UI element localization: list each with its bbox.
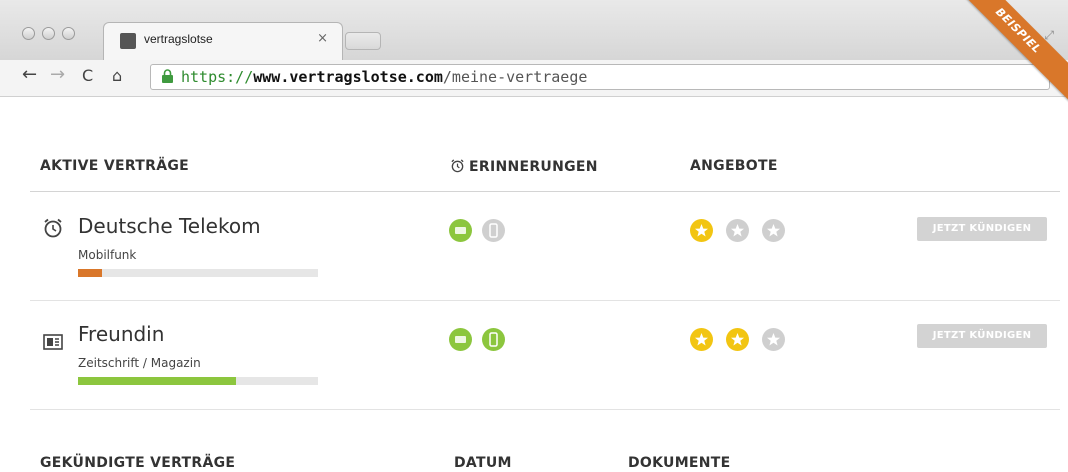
star-icon [767,224,780,237]
new-tab-button[interactable] [345,32,381,50]
contract-category: Zeitschrift / Magazin [78,356,201,370]
offer-star-1[interactable] [690,328,713,351]
contract-category: Mobilfunk [78,248,137,262]
offer-star-2[interactable] [726,328,749,351]
documents-header: DOKUMENTE [628,455,731,471]
tab-close-icon[interactable]: × [317,31,328,46]
star-icon [731,224,744,237]
phone-icon [489,223,498,238]
offer-star-3[interactable] [762,219,785,242]
url-domain: www.vertragslotse.com [253,68,443,86]
newspaper-icon [43,334,63,350]
contract-progress-fill [78,269,102,277]
star-icon [695,224,708,237]
offer-star-1[interactable] [690,219,713,242]
alarm-clock-icon [451,159,464,173]
offers-header: ANGEBOTE [690,158,778,174]
reminders-header-label: ERINNERUNGEN [469,159,598,175]
home-icon[interactable]: ⌂ [112,66,122,85]
star-icon [731,333,744,346]
alarm-clock-icon [44,218,62,238]
row-divider [30,300,1060,301]
star-icon [767,333,780,346]
window-minimize-button[interactable] [42,27,55,40]
cancel-now-button[interactable]: JETZT KÜNDIGEN [917,324,1047,348]
offer-star-2[interactable] [726,219,749,242]
active-contracts-header: AKTIVE VERTRÄGE [40,158,189,174]
url-scheme: https:// [181,68,254,86]
email-reminder-toggle[interactable] [449,328,472,351]
contract-progress-fill [78,377,237,385]
contract-progress-bar [78,269,318,277]
site-favicon-icon [120,33,136,49]
cancel-now-button[interactable]: JETZT KÜNDIGEN [917,217,1047,241]
email-reminder-toggle[interactable] [449,219,472,242]
star-icon [695,333,708,346]
envelope-icon [455,336,466,343]
contract-title[interactable]: Deutsche Telekom [78,214,261,238]
offer-star-3[interactable] [762,328,785,351]
address-bar[interactable]: https://www.vertragslotse.com/meine-vert… [150,64,1050,90]
phone-reminder-toggle[interactable] [482,328,505,351]
url-path: /meine-vertraege [442,68,588,86]
window-zoom-button[interactable] [62,27,75,40]
lock-icon [162,69,173,83]
tab-title: vertragslotse [144,32,213,46]
window-close-button[interactable] [22,27,35,40]
date-header: DATUM [454,455,512,471]
header-divider [30,191,1060,192]
back-arrow-icon[interactable]: ← [22,64,37,85]
phone-icon [489,332,498,347]
envelope-icon [455,227,466,234]
browser-toolbar: ← → C ⌂ https://www.vertragslotse.com/me… [0,60,1068,97]
section-divider [30,409,1060,410]
phone-reminder-toggle[interactable] [482,219,505,242]
forward-arrow-icon[interactable]: → [50,64,65,85]
reminders-header: ERINNERUNGEN [450,158,598,175]
cancelled-contracts-header: GEKÜNDIGTE VERTRÄGE [40,455,236,471]
url-text: https://www.vertragslotse.com/meine-vert… [181,68,587,86]
contract-title[interactable]: Freundin [78,322,164,346]
browser-titlebar: vertragslotse × ⤢ [0,0,1068,61]
reload-icon[interactable]: C [82,66,93,85]
contract-progress-bar [78,377,318,385]
browser-tab[interactable]: vertragslotse × [103,22,343,60]
